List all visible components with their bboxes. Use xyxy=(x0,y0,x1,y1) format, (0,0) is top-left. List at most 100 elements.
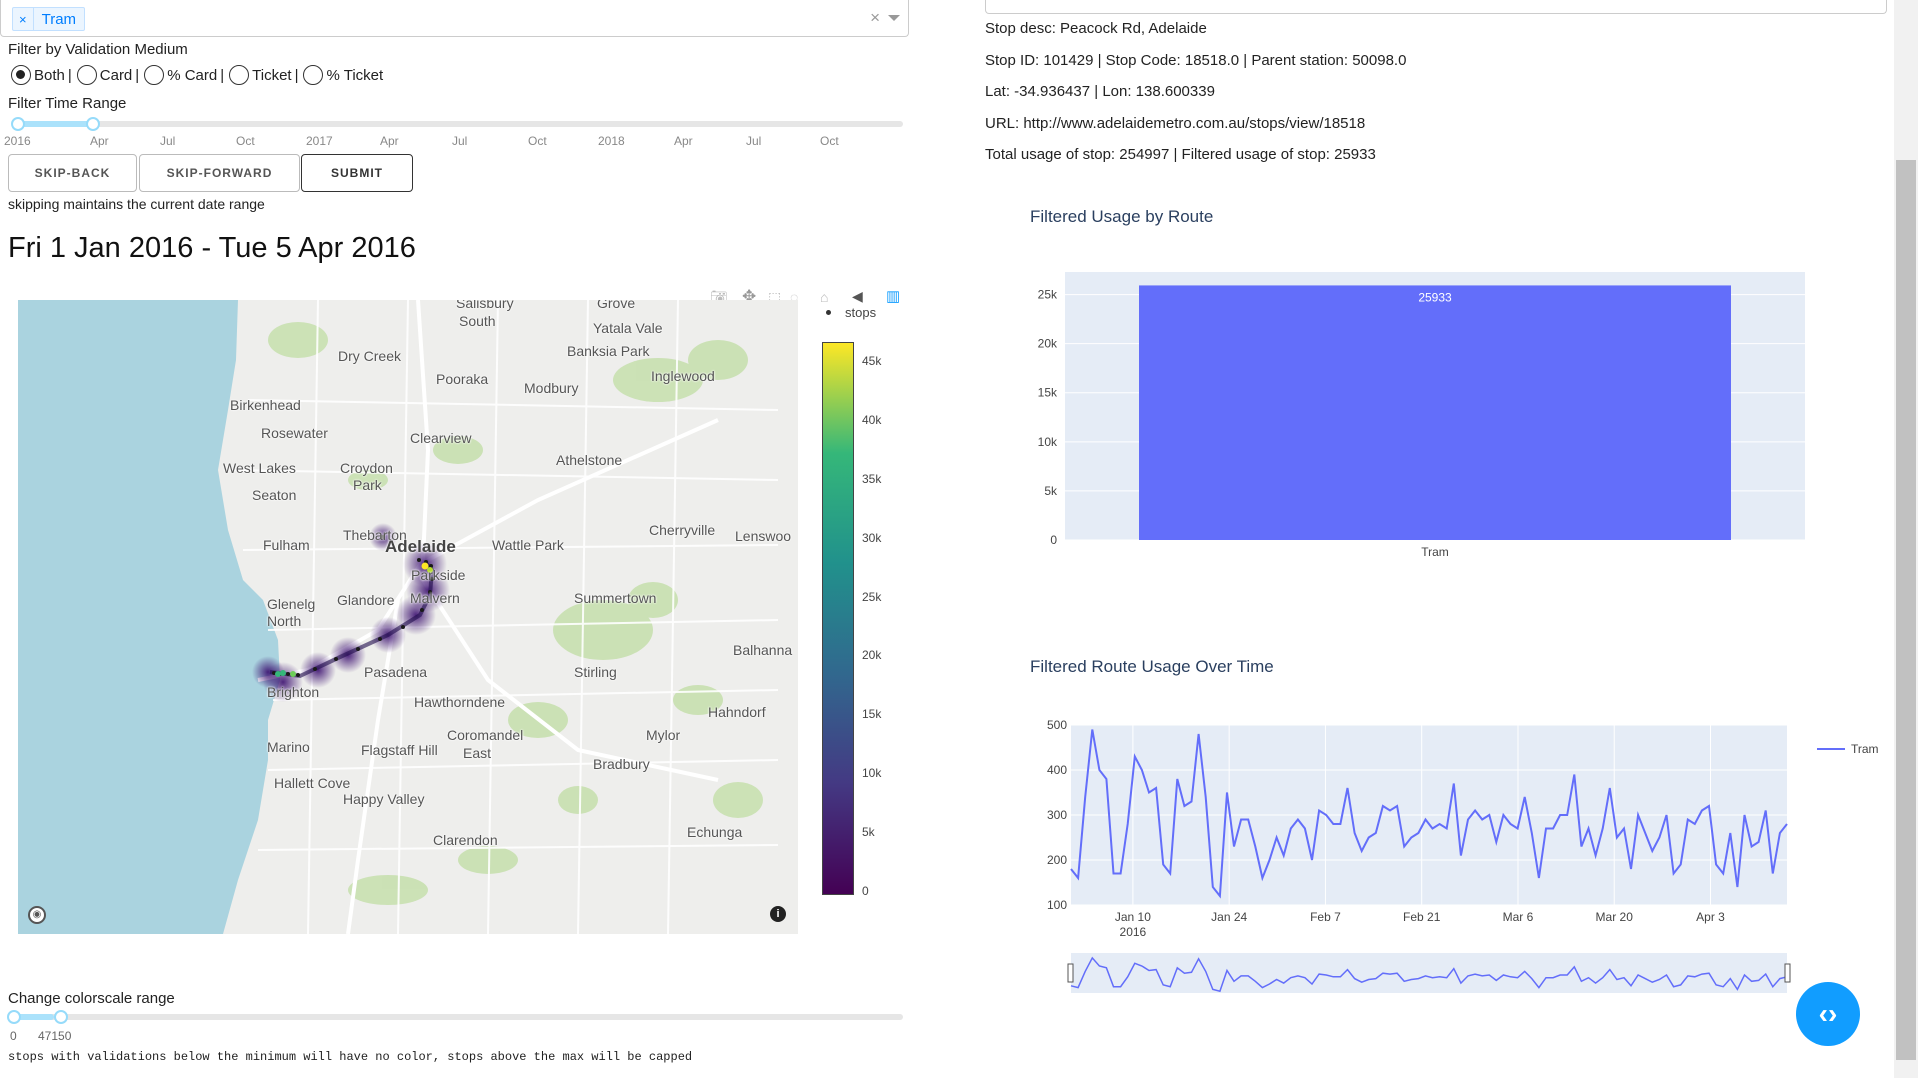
legend-dot-icon xyxy=(826,310,831,315)
radio-ticket[interactable]: Ticket xyxy=(229,65,292,85)
radio-label: Ticket xyxy=(252,66,292,84)
skip-back-button[interactable]: SKIP-BACK xyxy=(8,154,137,192)
slider-selected-range xyxy=(17,121,92,127)
time-range-ticks: 2016 Apr Jul Oct 2017 Apr Jul Oct 2018 Apr Jul Oct xyxy=(0,134,909,150)
place-label: Marino xyxy=(267,739,310,755)
map-legend[interactable]: stops xyxy=(826,305,876,320)
place-label: Coromandel xyxy=(447,727,524,743)
route-usage-over-time-chart[interactable]: 100 200 300 400 500 Jan 102016 Jan 24 Feb 7 Feb … xyxy=(1020,710,1890,1000)
place-label: Glenelg xyxy=(267,596,316,612)
colorscale-tick-label: 20k xyxy=(862,648,882,663)
slider-min-handle[interactable] xyxy=(7,1010,21,1024)
colorscale-ticks: 45k 40k 35k 30k 25k 20k 15k 10k 5k 0 xyxy=(858,342,908,898)
usage-by-route-bar-chart[interactable]: 0 5k 10k 15k 20k 25k 25933 Tram xyxy=(1020,262,1820,562)
radio-ticket[interactable]: % Ticket xyxy=(303,65,383,85)
home-icon[interactable]: ⌂ xyxy=(820,289,828,305)
map-base xyxy=(18,300,779,934)
bar[interactable] xyxy=(1139,285,1731,540)
place-label: Hallett Cove xyxy=(274,775,351,791)
radio-circle[interactable] xyxy=(76,65,97,85)
validation-radio-group: Both | Card |% Card | Ticket |% Ticket xyxy=(11,65,383,85)
radio-card[interactable]: % Card xyxy=(144,65,217,85)
x-tick-label: Feb 21 xyxy=(1403,910,1441,924)
radio-circle[interactable] xyxy=(303,65,324,85)
place-label: Happy Valley xyxy=(343,791,425,807)
radio-label: % Ticket xyxy=(326,66,384,84)
slider-start-handle[interactable] xyxy=(11,117,25,131)
chevron-down-icon[interactable] xyxy=(888,15,900,21)
slider-track xyxy=(12,1014,903,1020)
y-tick-label: 400 xyxy=(1047,763,1067,777)
range-slider-left-handle[interactable] xyxy=(1067,963,1074,983)
slider-end-handle[interactable] xyxy=(85,117,100,131)
place-label: Parkside xyxy=(411,567,466,583)
stop-desc: Stop desc: Peacock Rd, Adelaide xyxy=(985,20,1207,37)
place-label: Lenswoo xyxy=(735,528,792,544)
plotly-logo-icon[interactable]: ▥ xyxy=(886,287,900,305)
range-slider-right-handle[interactable] xyxy=(1784,963,1791,983)
stops-map[interactable]: Salisbury South Grove Yatala Vale Banksia Pa… xyxy=(18,300,798,934)
chip-remove-icon[interactable]: × xyxy=(13,8,34,30)
place-label: Bradbury xyxy=(593,756,650,772)
place-label: Summertown xyxy=(574,590,657,606)
x-tick-label: Apr 3 xyxy=(1696,910,1725,924)
colorscale-note: stops with validations below the minimum… xyxy=(8,1050,693,1064)
radio-circle[interactable] xyxy=(144,65,165,85)
place-label: Balhanna xyxy=(733,642,793,658)
y-tick-label: 10k xyxy=(1038,435,1058,449)
time-tick-label: Jul xyxy=(746,134,762,148)
chip-label: Tram xyxy=(41,10,77,28)
code-toggle-button[interactable]: ‹› xyxy=(1796,982,1860,1046)
place-label: Cherryville xyxy=(649,522,716,538)
slider-max-handle[interactable] xyxy=(54,1010,68,1024)
place-label: West Lakes xyxy=(223,460,296,476)
place-label: East xyxy=(463,745,492,761)
submit-button[interactable]: SUBMIT xyxy=(301,154,413,192)
x-tick-label: Jan 10 xyxy=(1115,910,1151,924)
route-dropdown[interactable]: × Tram × xyxy=(0,0,909,37)
colorscale-tick-label: 25k xyxy=(862,589,882,604)
validation-title: Filter by Validation Medium xyxy=(8,41,188,58)
time-range-title: Filter Time Range xyxy=(8,95,127,112)
radio-separator: | xyxy=(294,66,299,84)
time-tick-label: Oct xyxy=(820,134,839,148)
colorscale-tick-label: 40k xyxy=(862,412,882,427)
place-label: Salisbury xyxy=(456,300,514,311)
time-tick-label: Oct xyxy=(528,134,547,148)
y-tick-label: 0 xyxy=(1050,533,1057,547)
time-tick-label: 2016 xyxy=(4,134,31,148)
clear-icon[interactable]: × xyxy=(870,8,880,28)
route-chip[interactable]: × Tram xyxy=(12,7,86,31)
y-tick-label: 25k xyxy=(1038,288,1058,302)
radio-both[interactable]: Both xyxy=(11,65,65,85)
place-label: Dry Creek xyxy=(338,348,402,364)
x-tick-label: Jan 24 xyxy=(1211,910,1247,924)
stop-ids: Stop ID: 101429 | Stop Code: 18518.0 | P… xyxy=(985,52,1407,69)
skip-forward-button[interactable]: SKIP-FORWARD xyxy=(139,154,300,192)
place-label: Malvern xyxy=(410,590,460,606)
code-chevrons-icon: ‹› xyxy=(1818,998,1838,1029)
y-tick-label: 100 xyxy=(1047,898,1067,912)
colorscale-tick-label: 5k xyxy=(862,825,875,840)
radio-circle[interactable] xyxy=(11,65,31,85)
colorscale-min-label: 0 xyxy=(10,1029,17,1043)
mapbox-logo-icon[interactable]: ◉ xyxy=(28,906,46,924)
radio-card[interactable]: Card xyxy=(76,65,132,85)
stop-url: URL: http://www.adelaidemetro.com.au/sto… xyxy=(985,115,1366,132)
slider-track xyxy=(17,121,903,127)
bar-data-label: 25933 xyxy=(1418,290,1452,304)
place-label: Grove xyxy=(597,300,636,311)
radio-circle[interactable] xyxy=(229,65,250,85)
x-tick-label: Tram xyxy=(1421,545,1449,559)
colorscale-tick-label: 15k xyxy=(862,707,882,722)
legend-label[interactable]: Tram xyxy=(1851,742,1879,756)
scrollbar-thumb[interactable] xyxy=(1896,160,1916,1060)
info-icon[interactable]: i xyxy=(770,906,786,922)
time-tick-label: Oct xyxy=(236,134,255,148)
place-label: Croydon xyxy=(340,460,393,476)
place-label: Brighton xyxy=(267,684,320,700)
hover-icon[interactable]: ◀ xyxy=(852,288,863,305)
colorscale-range-slider[interactable] xyxy=(6,1009,909,1029)
colorscale-tick-label: 0 xyxy=(862,884,869,898)
stop-search-input[interactable] xyxy=(985,0,1887,14)
